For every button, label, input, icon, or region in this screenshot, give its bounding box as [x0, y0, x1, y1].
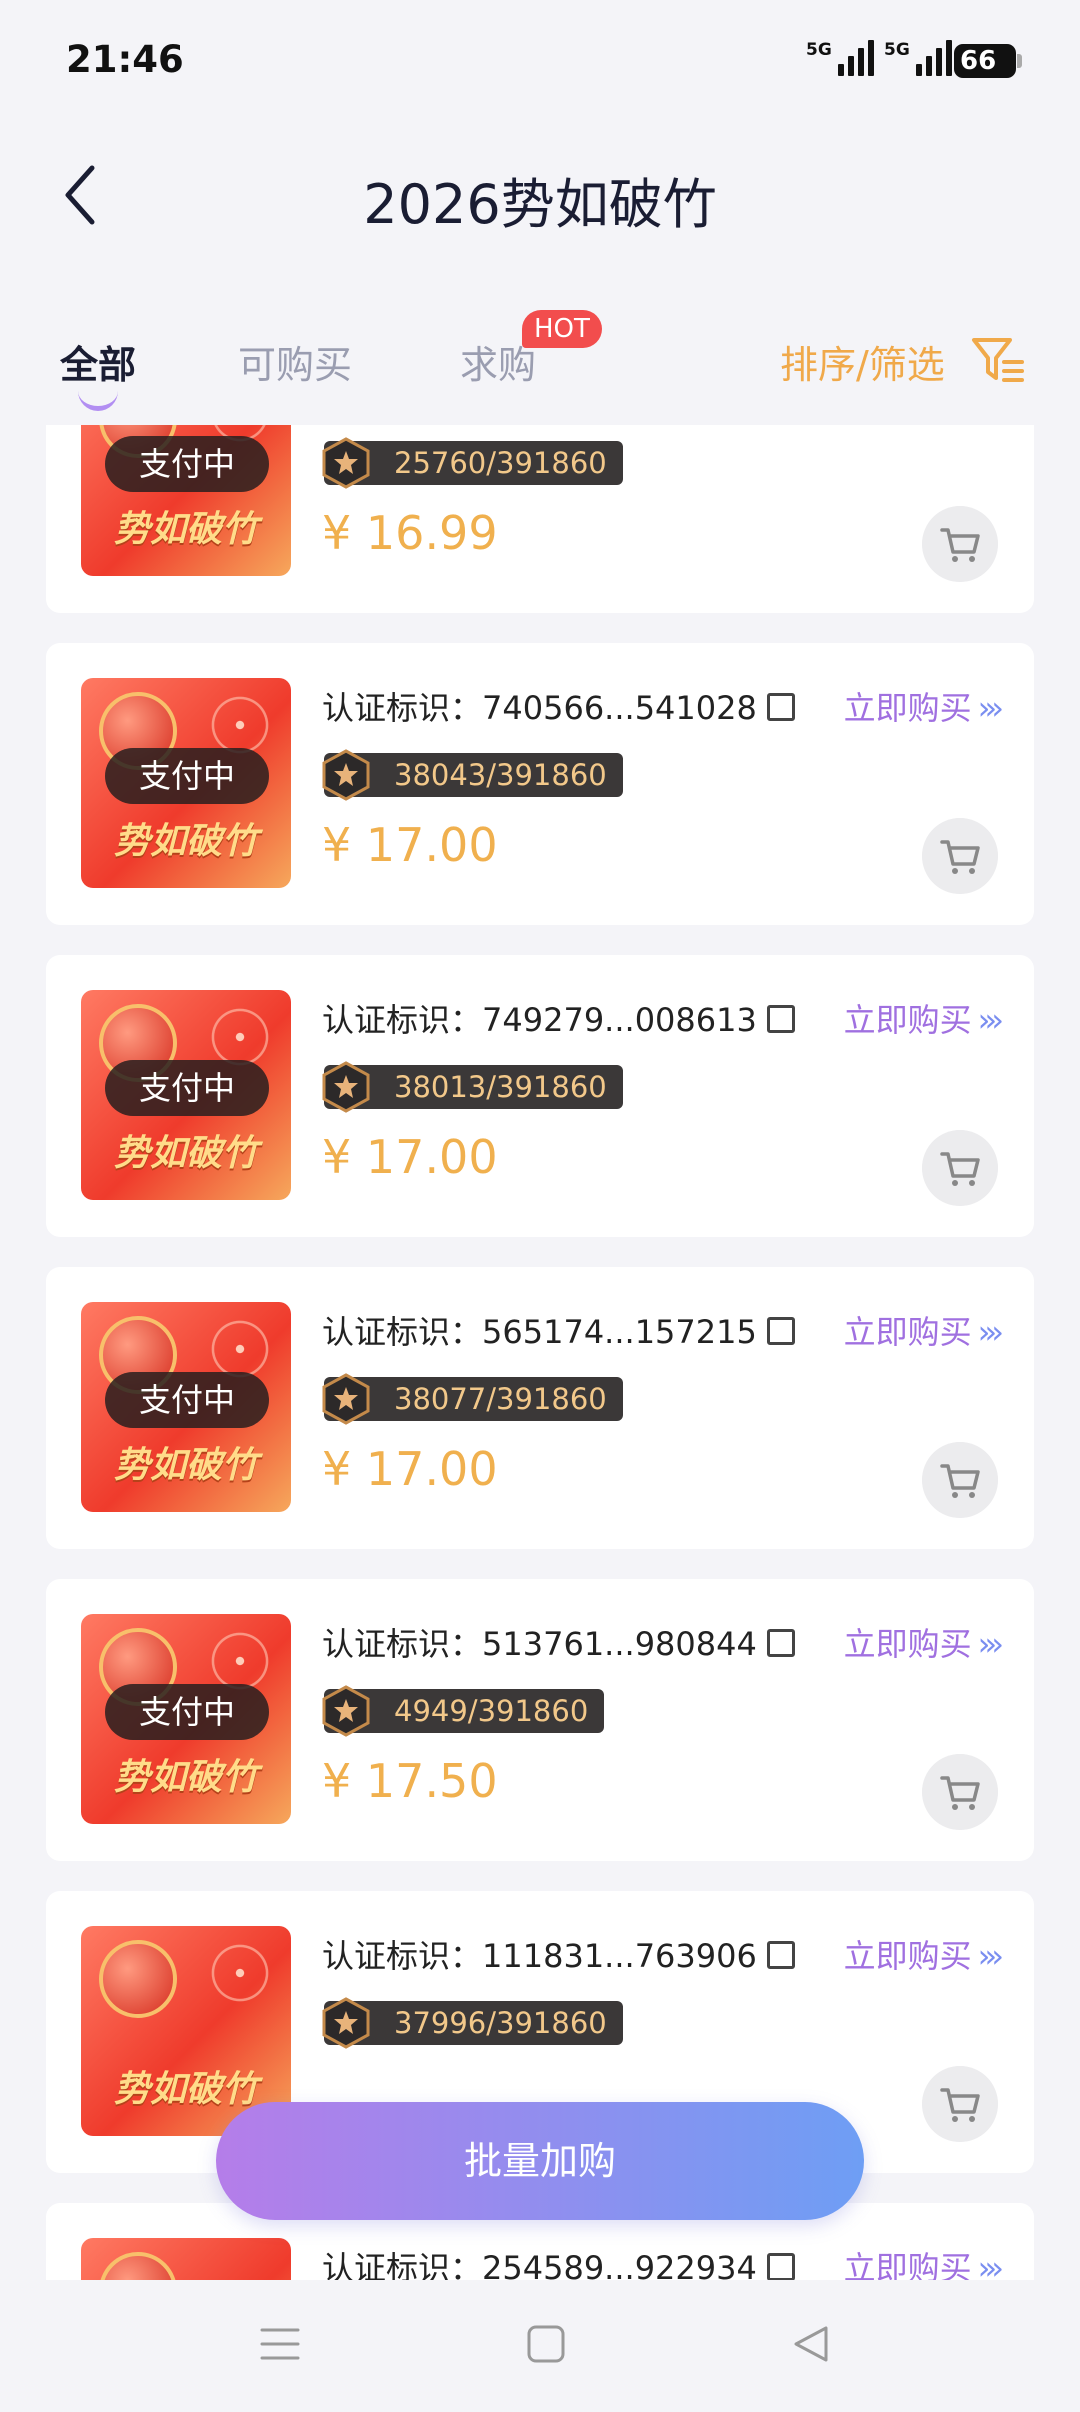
buy-now-button[interactable]: 立即购买 ››› — [844, 995, 1005, 1041]
add-to-cart-button[interactable] — [922, 2066, 998, 2142]
chevron-right-icon: ››› — [977, 2249, 1005, 2280]
copy-icon[interactable] — [766, 1317, 795, 1345]
copy-icon[interactable] — [766, 1005, 795, 1033]
tab-all[interactable]: 全部 — [60, 334, 136, 389]
chevron-right-icon: ››› — [977, 689, 1005, 727]
chevron-right-icon: ››› — [977, 1001, 1005, 1039]
status-bar: 21:46 5G 5G 66 — [0, 0, 1080, 120]
thumbnail-brand-text: 势如破竹 — [113, 1133, 258, 1174]
system-nav-bar — [0, 2282, 1080, 2412]
cert-id: 认证标识：111831...763906 — [322, 1931, 795, 1977]
hexagon-star-icon — [322, 1997, 370, 2049]
thumbnail-brand-text: 势如破竹 — [113, 1757, 258, 1798]
item-thumbnail: 势如破竹 支付中 — [81, 990, 291, 1200]
list-item[interactable]: 势如破竹 支付中 认证标识：565174...157215 立即购买 ››› 38… — [46, 1267, 1034, 1549]
thumbnail-brand-text: 势如破竹 — [113, 1445, 258, 1486]
serial-number: 4949/391860 — [394, 1694, 589, 1728]
hexagon-star-icon — [322, 1373, 370, 1425]
serial-number: 25760/391860 — [394, 446, 607, 480]
serial-number: 37996/391860 — [394, 2006, 607, 2040]
chevron-right-icon: ››› — [977, 1313, 1005, 1351]
hexagon-star-icon — [322, 1061, 370, 1113]
hexagon-star-icon — [322, 1685, 370, 1737]
list-item[interactable]: 势如破竹 支付中 认证标识：740566...541028 立即购买 ››› 38… — [46, 643, 1034, 925]
list-item[interactable]: 势如破竹 支付中 认证标识：513761...980844 立即购买 ››› 49… — [46, 1579, 1034, 1861]
buy-now-button[interactable]: 立即购买 ››› — [844, 1619, 1005, 1665]
item-price: ¥ 17.00 — [322, 1442, 498, 1496]
battery-icon: 66 — [954, 44, 1022, 78]
item-price: ¥ 16.99 — [322, 506, 498, 560]
serial-badge: 4949/391860 — [322, 1685, 605, 1737]
add-to-cart-button[interactable] — [922, 1130, 998, 1206]
buy-now-button[interactable]: 立即购买 ››› — [844, 683, 1005, 729]
add-to-cart-button[interactable] — [922, 1754, 998, 1830]
item-price: ¥ 17.00 — [322, 1130, 498, 1184]
sort-filter-button[interactable]: 排序/筛选 — [780, 334, 945, 389]
paying-status-badge: 支付中 — [105, 748, 269, 804]
hexagon-star-icon — [322, 749, 370, 801]
serial-number: 38043/391860 — [394, 758, 607, 792]
buy-now-button[interactable]: 立即购买 ››› — [844, 1307, 1005, 1353]
listing-list[interactable]: 势如破竹 支付中 25760/391860 ¥ 16.99 势如破竹 支付中 认… — [0, 425, 1080, 2280]
status-time: 21:46 — [66, 38, 184, 81]
item-thumbnail: 势如破竹 支付中 — [81, 425, 291, 576]
serial-badge: 25760/391860 — [322, 437, 623, 489]
add-to-cart-button[interactable] — [922, 818, 998, 894]
item-price: ¥ 17.00 — [322, 818, 498, 872]
copy-icon[interactable] — [766, 1941, 795, 1969]
item-price: ¥ 17.50 — [322, 1754, 498, 1808]
serial-badge: 38043/391860 — [322, 749, 623, 801]
item-thumbnail: 势如破竹 支付中 — [81, 1302, 291, 1512]
copy-icon[interactable] — [766, 2253, 795, 2280]
cert-id: 认证标识：740566...541028 — [322, 683, 795, 729]
cellular-signal-icon: 5G — [806, 40, 874, 76]
page-title: 2026势如破竹 — [363, 173, 717, 236]
thumbnail-brand-text: 势如破竹 — [113, 509, 258, 550]
hexagon-star-icon — [322, 437, 370, 489]
item-thumbnail: 势如破竹 支付中 — [81, 678, 291, 888]
back-triangle-icon[interactable] — [790, 2322, 834, 2366]
cellular-signal-icon-2: 5G — [884, 40, 952, 76]
batch-add-to-cart-button[interactable]: 批量加购 — [216, 2102, 864, 2220]
active-tab-indicator — [78, 388, 118, 411]
paying-status-badge: 支付中 — [105, 1060, 269, 1116]
cert-id: 认证标识：513761...980844 — [322, 1619, 795, 1665]
item-thumbnail: 势如破竹 支付中 — [81, 1614, 291, 1824]
paying-status-badge: 支付中 — [105, 436, 269, 492]
cert-id: 认证标识：254589...922934 — [322, 2243, 795, 2280]
serial-number: 38013/391860 — [394, 1070, 607, 1104]
cert-id: 认证标识：749279...008613 — [322, 995, 795, 1041]
paying-status-badge: 支付中 — [105, 1684, 269, 1740]
home-icon[interactable] — [524, 2322, 568, 2366]
buy-now-button[interactable]: 立即购买 ››› — [844, 2243, 1005, 2280]
list-item[interactable]: 势如破竹 支付中 25760/391860 ¥ 16.99 — [46, 425, 1034, 613]
item-thumbnail — [81, 2238, 291, 2280]
filter-icon[interactable] — [970, 332, 1026, 388]
coin-image — [99, 1940, 177, 2018]
copy-icon[interactable] — [766, 1629, 795, 1657]
top-bar: 2026势如破竹 — [0, 120, 1080, 270]
hot-badge: HOT — [522, 310, 602, 348]
chevron-right-icon: ››› — [977, 1937, 1005, 1975]
paying-status-badge: 支付中 — [105, 1372, 269, 1428]
buy-now-button[interactable]: 立即购买 ››› — [844, 1931, 1005, 1977]
cert-id: 认证标识：565174...157215 — [322, 1307, 795, 1353]
chevron-right-icon: ››› — [977, 1625, 1005, 1663]
serial-badge: 38077/391860 — [322, 1373, 623, 1425]
tab-bar: 全部 可购买 求购 HOT 排序/筛选 — [0, 310, 1080, 420]
coin-image — [99, 2252, 177, 2280]
serial-badge: 38013/391860 — [322, 1061, 623, 1113]
tab-purchasable[interactable]: 可购买 — [238, 334, 352, 389]
thumbnail-brand-text: 势如破竹 — [113, 821, 258, 862]
copy-icon[interactable] — [766, 693, 795, 721]
serial-badge: 37996/391860 — [322, 1997, 623, 2049]
firework-image — [195, 1928, 285, 2018]
menu-icon[interactable] — [258, 2322, 302, 2366]
add-to-cart-button[interactable] — [922, 506, 998, 582]
add-to-cart-button[interactable] — [922, 1442, 998, 1518]
list-item[interactable]: 势如破竹 支付中 认证标识：749279...008613 立即购买 ››› 38… — [46, 955, 1034, 1237]
serial-number: 38077/391860 — [394, 1382, 607, 1416]
